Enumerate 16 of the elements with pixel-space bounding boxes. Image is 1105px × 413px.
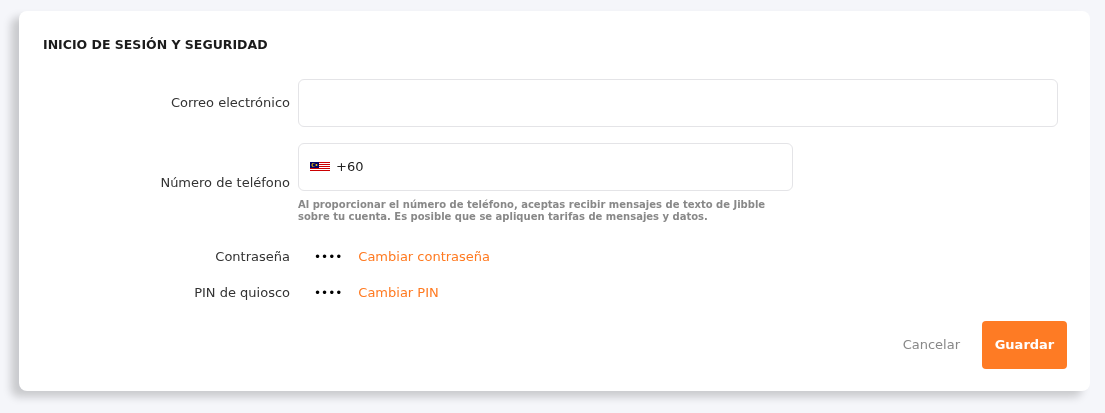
cancel-button[interactable]: Cancelar xyxy=(902,335,960,355)
field-label: PIN de quiosco xyxy=(193,284,291,303)
flag-icon xyxy=(310,162,330,172)
field-label: Contraseña xyxy=(214,248,291,267)
email-field[interactable] xyxy=(298,79,1058,127)
field-label: Correo electrónico xyxy=(169,94,291,113)
phone-code: +60 xyxy=(336,158,364,177)
phone-hint: Al proporcionar el número de teléfono, aceptas recibir mensajes de texto de Jibble sobre tu cuenta. Es posible que se apliquen tarifas de mensajes y datos. xyxy=(298,199,767,223)
save-button[interactable]: Guardar xyxy=(982,321,1067,369)
field-label: Número de teléfono xyxy=(159,174,291,192)
change-link[interactable]: Cambiar PIN xyxy=(358,283,439,303)
phone-field[interactable]: +60 xyxy=(298,143,793,191)
section-title: INICIO DE SESIÓN Y SEGURIDAD xyxy=(43,36,269,54)
masked-value: •••• xyxy=(314,249,343,266)
change-link[interactable]: Cambiar contraseña xyxy=(358,247,491,267)
masked-value: •••• xyxy=(314,285,343,302)
